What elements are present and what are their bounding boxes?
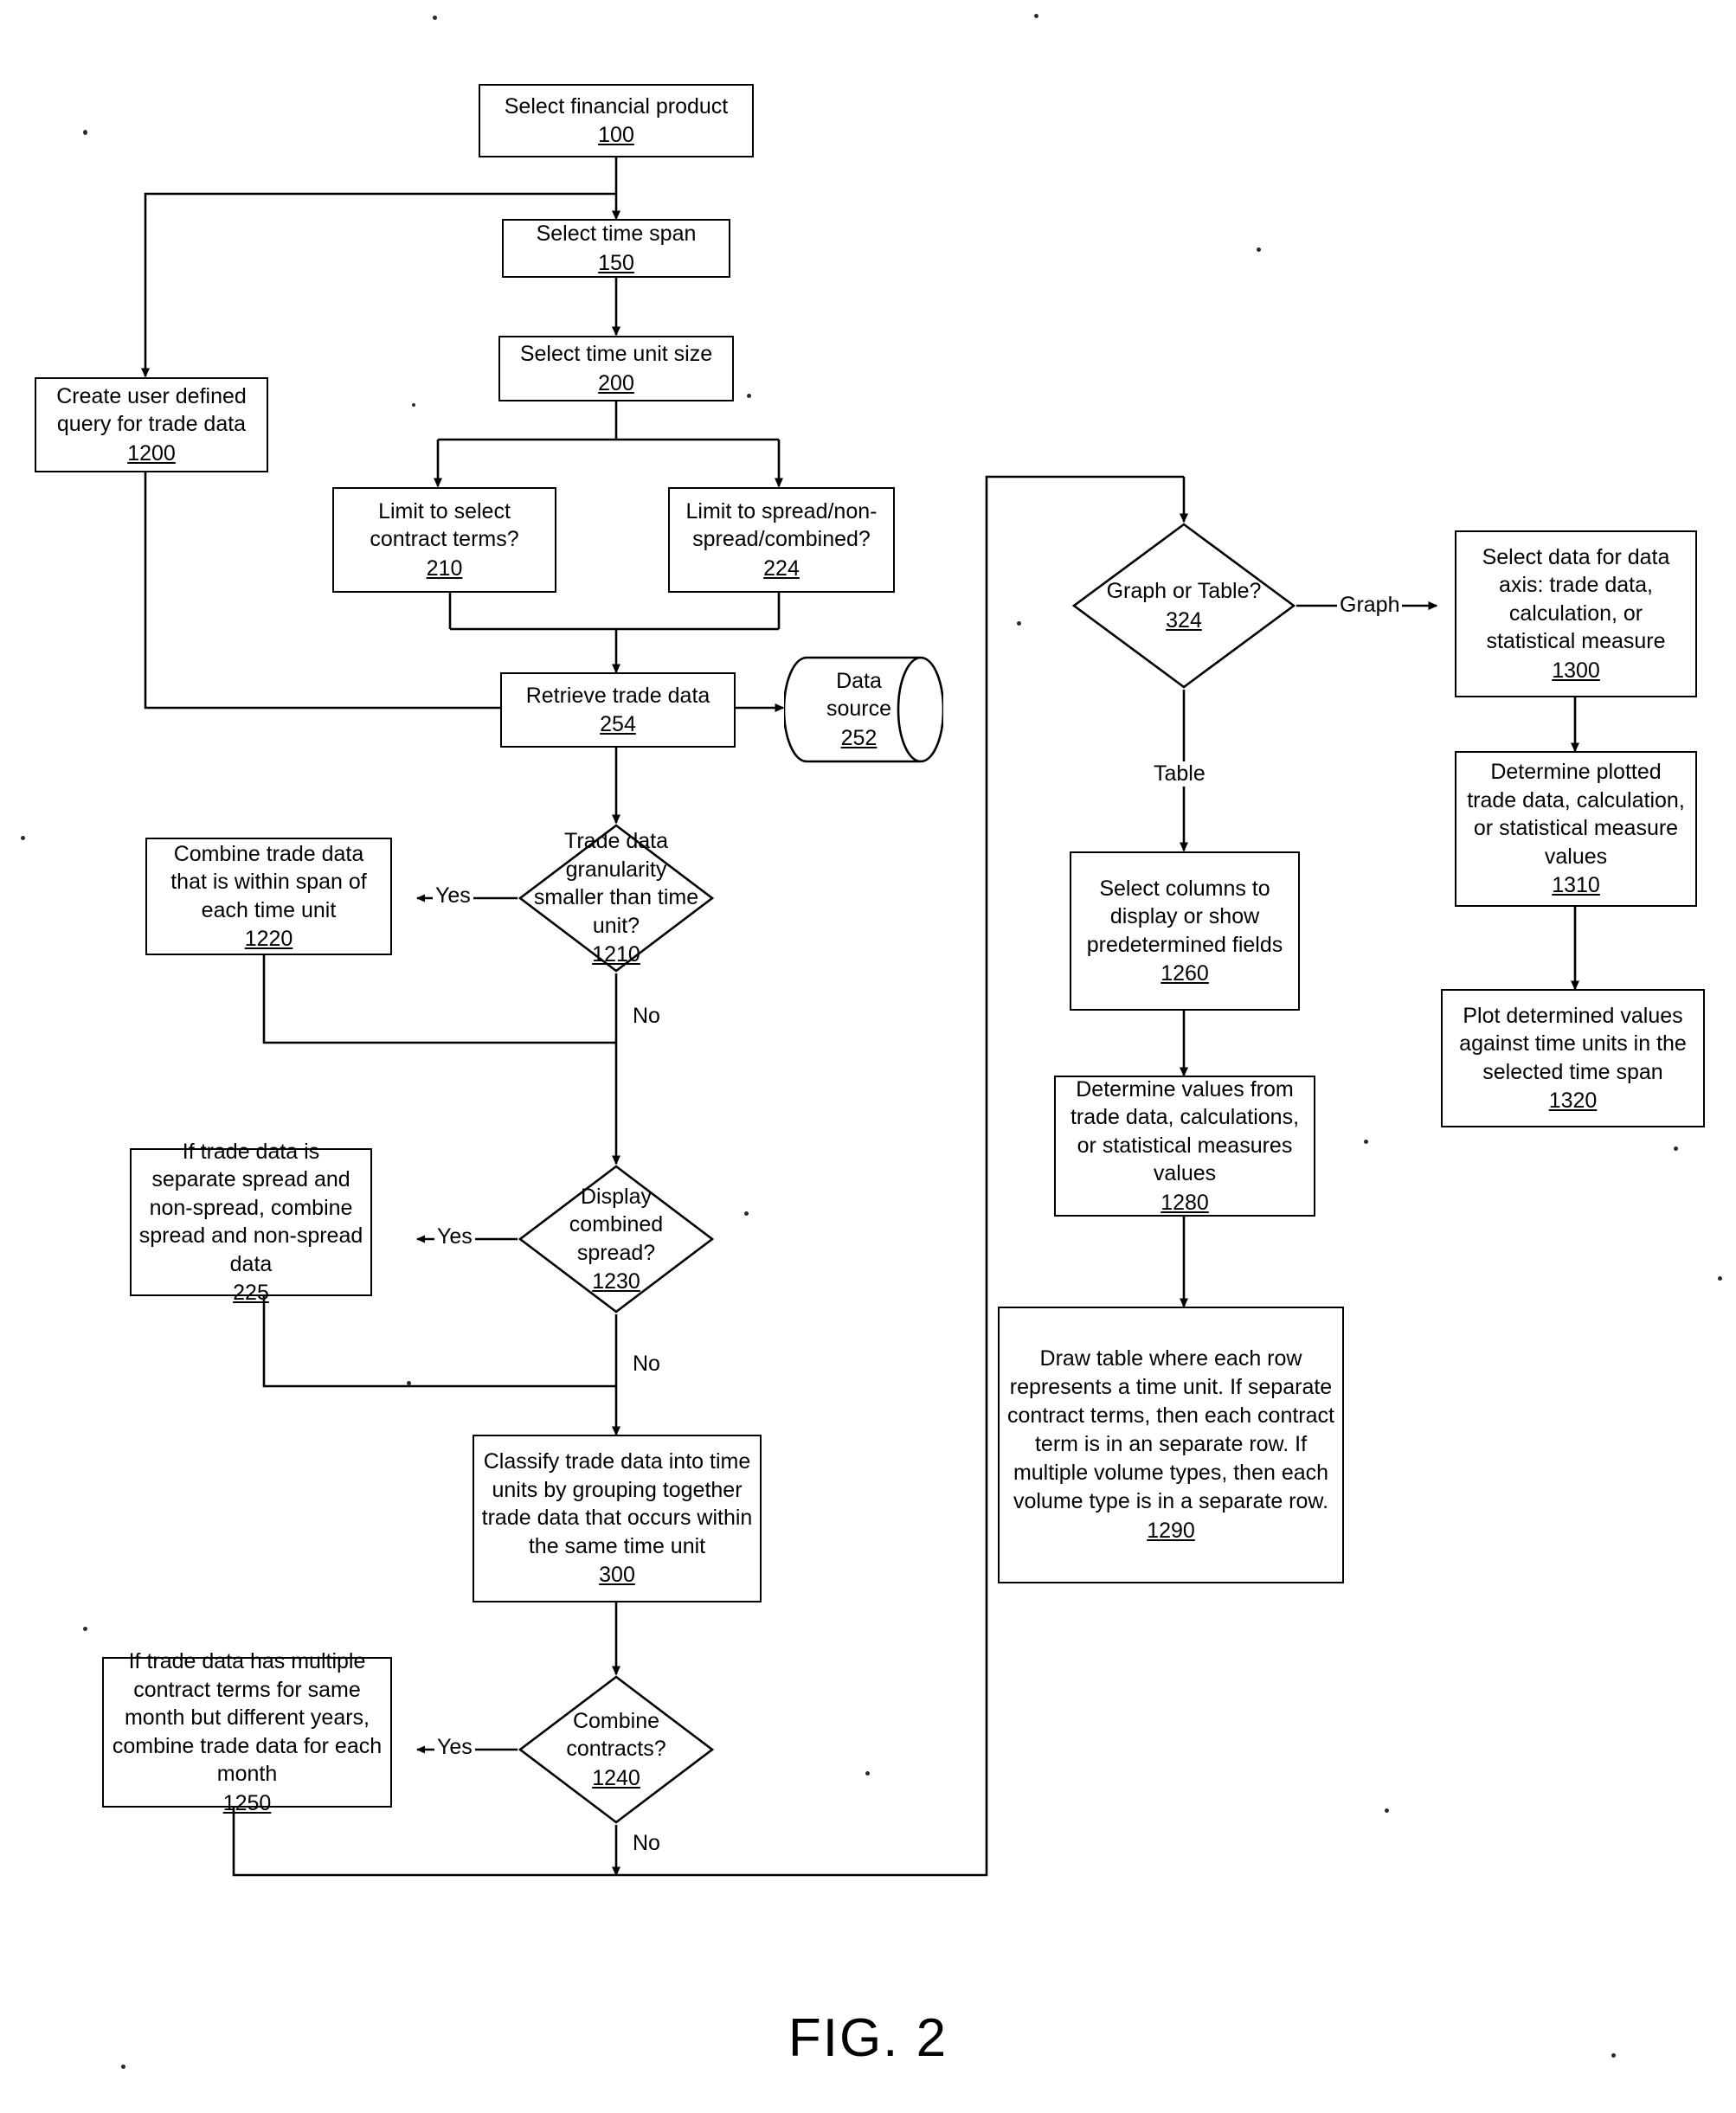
node-limit-to-select-contract-terms[interactable]: Limit to select contract terms? 210 [332, 487, 556, 593]
node-retrieve-trade-data[interactable]: Retrieve trade data 254 [500, 672, 736, 748]
node-create-user-defined-query[interactable]: Create user defined query for trade data… [35, 377, 268, 472]
node-ref: 1240 [592, 1765, 640, 1790]
edge-label-yes-1210: Yes [433, 883, 473, 909]
edge-label-yes-1230: Yes [434, 1224, 475, 1249]
node-label: Limit to spread/non-spread/combined? [685, 498, 878, 552]
scan-speck [412, 403, 415, 407]
node-label: Combine trade data that is within span o… [170, 841, 367, 922]
node-combine-spread-nonspread-data[interactable]: If trade data is separate spread and non… [130, 1140, 372, 1305]
node-ref: 1200 [127, 440, 176, 466]
node-ref: 1260 [1161, 961, 1209, 986]
node-label: Select columns to display or show predet… [1086, 876, 1283, 957]
node-label: If trade data has multiple contract term… [112, 1649, 383, 1786]
node-data-source[interactable]: Data source 252 [784, 654, 943, 765]
scan-speck [1674, 1146, 1678, 1151]
edge-label-graph-324: Graph [1337, 593, 1403, 618]
edge-label-table-324: Table [1151, 761, 1208, 787]
node-label: Determine values from trade data, calcul… [1070, 1076, 1300, 1186]
node-label: If trade data is separate spread and non… [138, 1139, 363, 1276]
node-ref: 200 [598, 370, 634, 395]
node-label: Combine contracts? [566, 1708, 666, 1762]
node-label: Select time span [536, 222, 697, 246]
scan-speck [865, 1771, 870, 1776]
node-label: Display combined spread? [569, 1184, 664, 1265]
node-label: Plot determined values against time unit… [1459, 1003, 1687, 1084]
node-ref: 1220 [244, 927, 293, 951]
scan-speck [407, 1381, 411, 1385]
node-ref: 1250 [222, 1790, 272, 1815]
node-select-financial-product[interactable]: Select financial product 100 [479, 84, 754, 157]
scan-speck [747, 394, 751, 398]
node-ref: 150 [598, 250, 634, 275]
node-label: Data source [826, 668, 891, 722]
node-graph-or-table-decision[interactable]: Graph or Table? 324 [1071, 522, 1296, 690]
node-ref: 210 [426, 556, 463, 581]
scan-speck [1611, 2053, 1616, 2058]
node-ref: 1320 [1548, 1089, 1598, 1113]
node-ref: 1210 [592, 942, 640, 967]
edge-label-yes-1240: Yes [434, 1735, 475, 1760]
node-select-time-unit-size[interactable]: Select time unit size 200 [498, 336, 734, 401]
scan-speck [744, 1211, 749, 1216]
node-label: Trade data granularity smaller than time… [533, 829, 699, 938]
node-select-data-for-data-axis[interactable]: Select data for data axis: trade data, c… [1455, 530, 1697, 697]
node-ref: 1310 [1552, 873, 1600, 898]
scan-speck [1034, 14, 1038, 18]
node-combine-trade-data-within-time-unit[interactable]: Combine trade data that is within span o… [145, 838, 392, 955]
node-label: Graph or Table? [1106, 579, 1262, 603]
node-ref: 100 [598, 123, 634, 147]
node-ref: 1230 [592, 1269, 640, 1294]
node-ref: 225 [233, 1281, 269, 1305]
node-classify-trade-data-into-time-units[interactable]: Classify trade data into time units by g… [473, 1435, 762, 1602]
scan-speck [1718, 1276, 1722, 1281]
node-label: Create user defined query for trade data [56, 383, 247, 437]
node-plot-determined-values[interactable]: Plot determined values against time unit… [1441, 989, 1705, 1127]
node-trade-data-granularity-decision[interactable]: Trade data granularity smaller than time… [518, 823, 715, 973]
node-label: Classify trade data into time units by g… [481, 1449, 753, 1558]
scan-speck [83, 130, 87, 135]
scan-speck [1385, 1808, 1389, 1813]
node-determine-plotted-values[interactable]: Determine plotted trade data, calculatio… [1455, 751, 1697, 907]
scan-speck [1257, 247, 1261, 252]
figure-caption: FIG. 2 [788, 2008, 948, 2068]
node-select-time-span[interactable]: Select time span 150 [502, 219, 730, 278]
node-limit-to-spread-nonspread-combined[interactable]: Limit to spread/non-spread/combined? 224 [668, 487, 895, 593]
node-ref: 254 [600, 712, 636, 736]
node-ref: 1280 [1161, 1190, 1209, 1215]
node-label: Retrieve trade data [525, 683, 710, 708]
scan-speck [21, 836, 25, 840]
scan-speck [433, 16, 437, 20]
node-label: Select financial product [504, 93, 729, 119]
node-display-combined-spread-decision[interactable]: Display combined spread? 1230 [518, 1164, 715, 1314]
node-label: Determine plotted trade data, calculatio… [1467, 760, 1685, 869]
node-label: Select time unit size [519, 342, 713, 366]
node-combine-contracts-decision[interactable]: Combine contracts? 1240 [518, 1674, 715, 1825]
node-label: Select data for data axis: trade data, c… [1482, 544, 1670, 654]
node-select-columns-to-display[interactable]: Select columns to display or show predet… [1070, 851, 1300, 1011]
node-determine-values-from-trade-data[interactable]: Determine values from trade data, calcul… [1054, 1076, 1315, 1217]
edge-label-no-1210: No [630, 1004, 663, 1029]
node-label: Limit to select contract terms? [370, 498, 519, 552]
node-combine-contract-terms-per-month[interactable]: If trade data has multiple contract term… [102, 1649, 392, 1815]
node-ref: 224 [763, 556, 800, 581]
scan-speck [121, 2065, 125, 2069]
node-ref: 300 [599, 1563, 635, 1588]
figure-canvas: Select financial product 100 Select time… [0, 0, 1736, 2113]
node-label: Draw table where each row represents a t… [1007, 1346, 1334, 1513]
edge-label-no-1240: No [630, 1831, 663, 1856]
scan-speck [1364, 1140, 1368, 1144]
node-draw-table[interactable]: Draw table where each row represents a t… [998, 1307, 1344, 1583]
node-ref: 324 [1166, 607, 1202, 633]
scan-speck [1017, 621, 1021, 626]
scan-speck [83, 1627, 87, 1631]
node-ref: 1300 [1552, 658, 1600, 683]
edge-label-no-1230: No [630, 1352, 663, 1377]
node-ref: 252 [840, 725, 878, 750]
node-ref: 1290 [1147, 1519, 1195, 1543]
